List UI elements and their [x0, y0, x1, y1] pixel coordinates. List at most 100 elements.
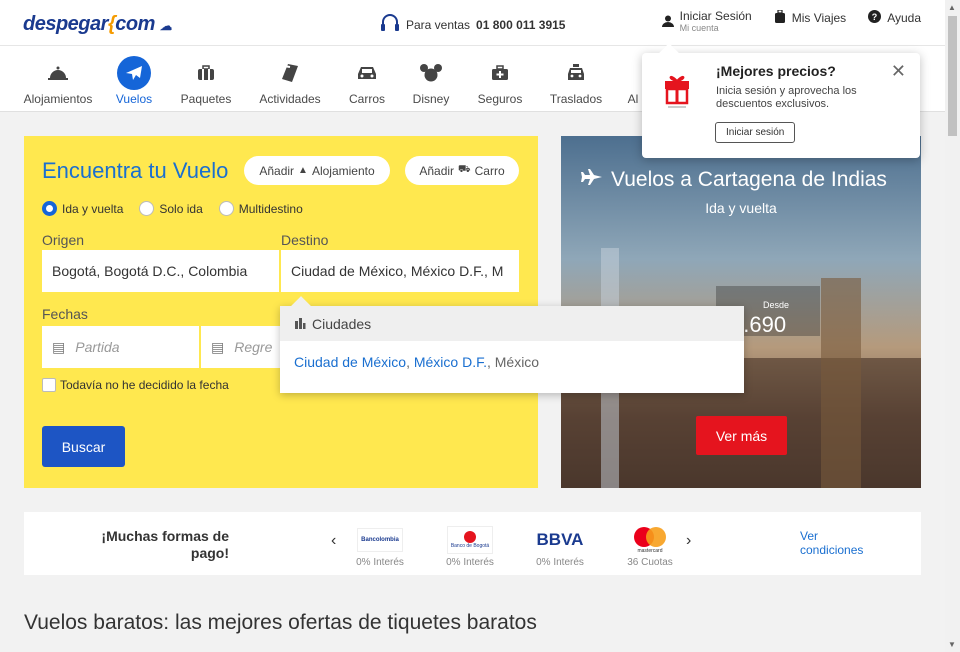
scroll-thumb[interactable]: [948, 16, 957, 136]
radio-one-way[interactable]: Solo ida: [139, 201, 203, 216]
mastercard-name: mastercard: [637, 548, 663, 554]
payment-note: 36 Cuotas: [627, 557, 673, 568]
mickey-icon: [414, 56, 448, 90]
payment-card: BBVA 0% Interés: [530, 525, 590, 568]
nav-item-paquetes[interactable]: Paquetes: [176, 56, 236, 106]
nav-item-vuelos[interactable]: Vuelos: [112, 56, 156, 106]
see-conditions-link[interactable]: Ver condiciones: [800, 529, 880, 557]
nav-item-alojamientos[interactable]: Alojamientos: [22, 56, 94, 106]
bbva-logo: BBVA: [530, 525, 590, 555]
radio-multi-destination[interactable]: Multidestino: [218, 201, 303, 216]
page-scrollbar[interactable]: ▲ ▼: [945, 0, 960, 652]
promo-subtitle: Ida y vuelta: [705, 200, 777, 216]
my-trips-label: Mis Viajes: [791, 11, 847, 25]
add-car-button[interactable]: Añadir ⛟ Carro: [405, 156, 519, 185]
nav-label: Actividades: [259, 92, 321, 106]
origin-label: Origen: [42, 232, 85, 248]
search-button[interactable]: Buscar: [42, 426, 125, 467]
bell-icon: ▲: [298, 165, 308, 176]
radio-dot: [42, 201, 57, 216]
phone-label: Para ventas: [406, 17, 471, 32]
destination-input[interactable]: Ciudad de México, México D.F., M: [281, 250, 519, 292]
despegar-logo[interactable]: despegar{com ☁: [23, 13, 172, 36]
payment-card: Bancolombia 0% Interés: [350, 525, 410, 568]
gift-icon: [662, 71, 692, 114]
banco-bogota-logo: Banco de Bogotá: [440, 525, 500, 555]
nav-label: Disney: [412, 92, 450, 106]
car-icon: [350, 56, 384, 90]
nav-label: Traslados: [549, 92, 603, 106]
luggage-icon: [774, 9, 786, 26]
nav-item-seguros[interactable]: Seguros: [474, 56, 526, 106]
bbva-name: BBVA: [536, 530, 584, 549]
nav-item-carros[interactable]: Carros: [346, 56, 388, 106]
phone-number: 01 800 011 3915: [476, 17, 566, 32]
chevron-right-icon[interactable]: ›: [686, 532, 691, 550]
suggestions-header: Ciudades: [280, 306, 744, 341]
login-label: Iniciar Sesión: [679, 9, 752, 23]
suggestion-item[interactable]: Ciudad de México, México D.F., México: [294, 354, 539, 370]
svg-text:?: ?: [872, 12, 878, 22]
nav-label: Vuelos: [115, 92, 153, 106]
help-link[interactable]: ? Ayuda: [868, 10, 921, 26]
nav-label: Paquetes: [180, 92, 232, 106]
payment-note: 0% Interés: [356, 557, 404, 568]
dates-label: Fechas: [42, 306, 88, 322]
origin-input[interactable]: Bogotá, Bogotá D.C., Colombia: [42, 250, 279, 292]
see-more-button[interactable]: Ver más: [696, 416, 787, 455]
departure-date-input[interactable]: ▤ Partida: [42, 326, 199, 368]
suggestion-separator: ,: [406, 354, 414, 370]
ticket-icon: [273, 56, 307, 90]
checkbox-box: [42, 378, 56, 392]
radio-round-trip[interactable]: Ida y vuelta: [42, 201, 123, 216]
scroll-down-icon[interactable]: ▼: [948, 640, 956, 649]
top-header: despegar{com ☁ Para ventas 01 800 011 39…: [0, 0, 945, 46]
add-hotel-label: Alojamiento: [311, 163, 375, 178]
cathedral-tower: [821, 278, 861, 488]
banco-bogota-mark: [464, 531, 476, 543]
nav-label: Alojamientos: [23, 92, 93, 106]
nav-label: Carros: [348, 92, 385, 106]
payments-title: ¡Muchas formas de pago!: [101, 528, 229, 561]
popup-text: Inicia sesión y aprovecha los descuentos…: [716, 85, 857, 110]
close-icon[interactable]: ✕: [891, 61, 906, 82]
promo-title-text: Vuelos a Cartagena de Indias: [611, 168, 887, 191]
nav-item-actividades[interactable]: Actividades: [256, 56, 324, 106]
banco-bogota-badge: Banco de Bogotá: [447, 526, 493, 554]
search-title: Encuentra tu Vuelo: [42, 158, 229, 183]
add-hotel-button[interactable]: Añadir ▲ Alojamiento: [244, 156, 390, 185]
radio-dot: [139, 201, 155, 216]
plane-icon: [581, 168, 603, 192]
destination-label: Destino: [281, 232, 329, 248]
suggestion-country: , México: [486, 354, 540, 370]
user-icon: [661, 15, 674, 30]
login-sublabel: Mi cuenta: [679, 23, 719, 33]
nav-label: Seguros: [477, 92, 523, 106]
my-trips-link[interactable]: Mis Viajes: [774, 9, 847, 26]
help-label: Ayuda: [887, 11, 921, 25]
return-date-input[interactable]: ▤ Regre: [201, 326, 281, 368]
scroll-up-icon[interactable]: ▲: [948, 3, 956, 12]
headset-icon: [380, 14, 400, 35]
login-link[interactable]: Iniciar Sesión Mi cuenta: [661, 9, 752, 34]
trip-type-group: Ida y vuelta Solo ida Multidestino: [42, 201, 303, 216]
popup-login-button[interactable]: Iniciar sesión: [715, 122, 796, 143]
undecided-date-checkbox[interactable]: Todavía no he decidido la fecha: [42, 378, 229, 392]
cloud-icon: ☁: [159, 19, 172, 33]
add-car-prefix: Añadir: [419, 163, 455, 178]
bell-icon: [41, 56, 75, 90]
nav-item-disney[interactable]: Disney: [408, 56, 454, 106]
car-icon: ⛟: [458, 164, 471, 175]
nav-item-more[interactable]: Al: [626, 56, 640, 106]
nav-item-traslados[interactable]: Traslados: [546, 56, 606, 106]
chevron-left-icon[interactable]: ‹: [331, 532, 336, 550]
medkit-icon: [483, 56, 517, 90]
payment-card: Banco de Bogotá 0% Interés: [440, 525, 500, 568]
nav-label: Al: [627, 92, 639, 106]
help-icon: ?: [868, 10, 882, 26]
payment-card: mastercard 36 Cuotas: [620, 525, 680, 568]
best-prices-popup: ¡Mejores precios? Inicia sesión y aprove…: [642, 43, 920, 158]
suggestions-header-text: Ciudades: [312, 315, 372, 332]
banco-bogota-name: Banco de Bogotá: [450, 543, 490, 549]
radio-label: Multidestino: [238, 201, 303, 216]
